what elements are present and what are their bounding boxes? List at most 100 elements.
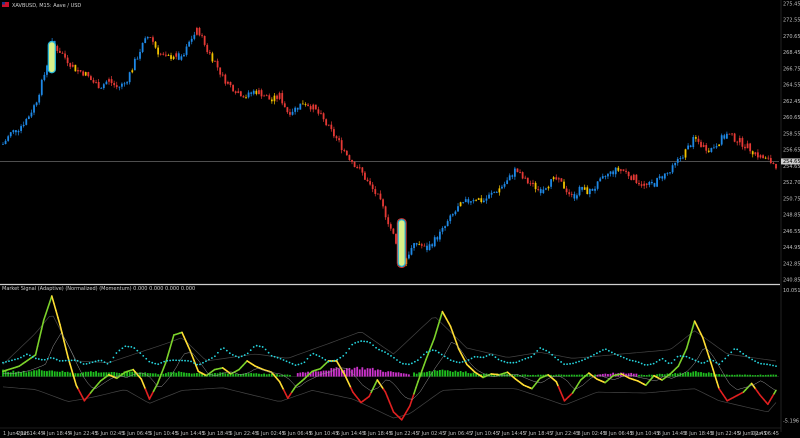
price-candle-body	[630, 176, 633, 180]
time-tick-label: 5 Jun 22:45	[230, 431, 259, 437]
price-candle-body	[539, 189, 542, 194]
momentum-dot	[309, 354, 312, 357]
price-candle-body	[97, 81, 100, 89]
histogram-bar	[7, 371, 10, 377]
histogram-bar	[79, 373, 82, 377]
momentum-dot	[118, 349, 121, 352]
momentum-dot	[121, 347, 124, 350]
histogram-bar	[532, 374, 534, 377]
momentum-dot	[37, 358, 40, 360]
price-candle-body	[570, 194, 573, 195]
momentum-dot	[670, 362, 673, 364]
momentum-dot	[706, 360, 709, 363]
histogram-bar	[301, 372, 304, 377]
momentum-dot	[416, 359, 419, 362]
price-candle-body	[211, 53, 214, 62]
histogram-bar	[736, 374, 739, 377]
price-candle-body	[694, 137, 697, 139]
time-tick-label: 4 Jun 18:45	[42, 431, 71, 437]
price-candle-body	[751, 151, 754, 155]
price-candle-body	[281, 93, 284, 104]
chart-canvas: XAVBUSD, M15: Aave / USD Market Signal (…	[0, 0, 800, 438]
momentum-dot	[578, 360, 580, 363]
momentum-dot	[100, 359, 103, 362]
momentum-dot	[485, 355, 488, 357]
price-candle-body	[219, 67, 222, 75]
price-candle-body	[578, 186, 581, 196]
price-candle-body	[82, 71, 85, 76]
histogram-bar	[188, 373, 191, 377]
price-candle-body	[340, 140, 343, 151]
momentum-dot	[518, 360, 521, 363]
histogram-bar	[175, 372, 178, 377]
histogram-bar	[113, 372, 116, 377]
price-candle-body	[229, 81, 232, 86]
momentum-dot	[452, 360, 455, 362]
price-candle-body	[545, 188, 547, 190]
price-candle-body	[172, 56, 175, 59]
histogram-bar	[754, 375, 757, 377]
momentum-dot	[115, 352, 118, 354]
price-candle-body	[418, 244, 421, 246]
momentum-dot	[187, 359, 189, 362]
price-candle-body	[105, 81, 108, 85]
histogram-bar	[102, 372, 105, 377]
histogram-bar	[89, 371, 92, 377]
histogram-bar	[384, 372, 387, 377]
price-candle-body	[521, 172, 524, 179]
histogram-bar	[648, 374, 651, 377]
price-candle-body	[493, 192, 496, 193]
histogram-bar	[260, 374, 263, 377]
momentum-dot	[461, 360, 464, 363]
momentum-dot	[315, 354, 318, 356]
histogram-bar	[364, 369, 366, 377]
price-candle-body	[27, 116, 30, 120]
momentum-dot	[724, 357, 727, 360]
momentum-dot	[196, 363, 198, 366]
price-candle-body	[87, 72, 90, 77]
histogram-bar	[366, 368, 369, 377]
momentum-dot	[22, 355, 25, 357]
histogram-bar	[69, 372, 72, 377]
histogram-bar	[154, 373, 157, 377]
price-candle-body	[234, 91, 237, 93]
histogram-bar	[744, 374, 746, 377]
momentum-dot	[655, 360, 658, 363]
histogram-bar	[767, 374, 770, 377]
price-candle-body	[622, 169, 625, 171]
price-candle-body	[516, 168, 519, 173]
price-candle-body	[164, 54, 167, 56]
momentum-dot	[742, 352, 745, 355]
price-candle-body	[700, 141, 702, 147]
momentum-dot	[712, 359, 715, 362]
momentum-dot	[225, 349, 228, 352]
price-candle-body	[314, 104, 317, 110]
price-candle-body	[392, 228, 395, 234]
histogram-bar	[395, 372, 397, 377]
price-candle-body	[441, 227, 444, 232]
momentum-dot	[390, 354, 392, 357]
histogram-bar	[95, 371, 97, 377]
price-candle-body	[599, 178, 602, 182]
momentum-dot	[330, 360, 333, 363]
momentum-dot	[261, 346, 264, 348]
price-candle-body	[232, 85, 234, 92]
momentum-dot	[488, 353, 491, 356]
price-candle-body	[679, 158, 682, 159]
histogram-bar	[573, 374, 576, 377]
histogram-bar	[565, 374, 568, 377]
momentum-dot	[425, 351, 428, 353]
price-candle-body	[741, 138, 744, 147]
price-candle-body	[309, 106, 312, 110]
momentum-dot	[172, 359, 175, 362]
momentum-dot	[736, 348, 739, 351]
momentum-dot	[321, 357, 324, 359]
momentum-dot	[410, 362, 413, 365]
histogram-bar	[444, 370, 446, 377]
momentum-dot	[533, 353, 536, 356]
price-candle-body	[22, 124, 25, 127]
price-candle-body	[470, 201, 472, 203]
histogram-bar	[694, 371, 697, 377]
momentum-dot	[751, 358, 754, 361]
price-candle-body	[762, 155, 764, 159]
